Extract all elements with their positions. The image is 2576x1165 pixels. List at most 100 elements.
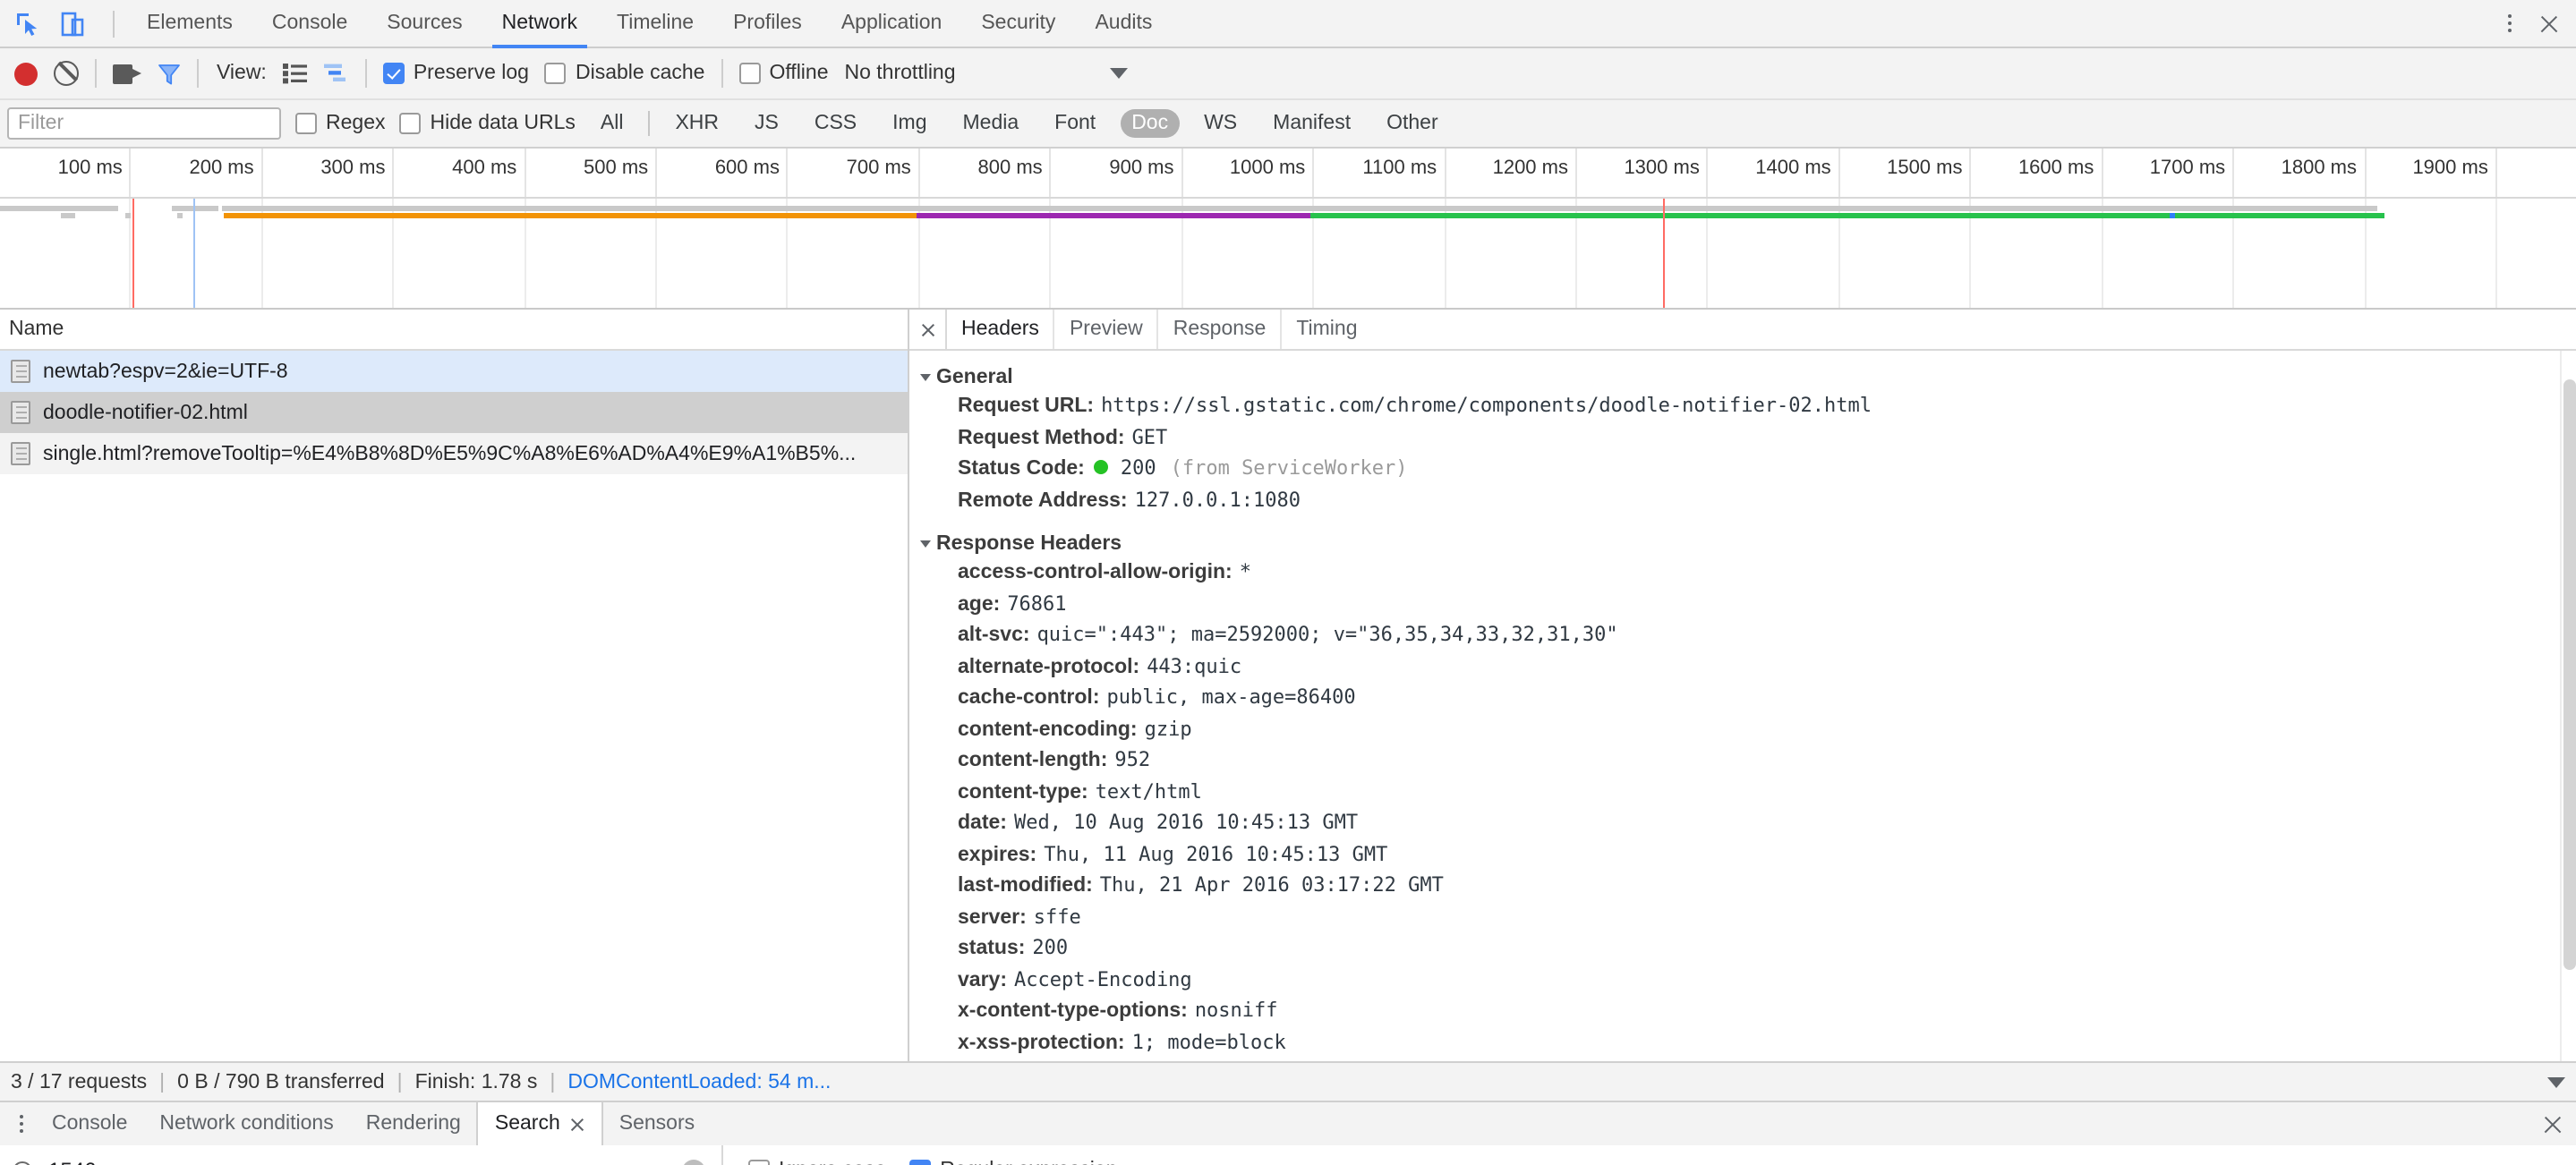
filter-type-media[interactable]: Media — [952, 109, 1030, 138]
close-icon[interactable] — [2537, 11, 2562, 36]
preserve-log-checkbox[interactable]: Preserve log — [382, 63, 529, 84]
hide-data-urls-checkbox[interactable]: Hide data URLs — [399, 113, 576, 134]
inspect-cursor-icon[interactable] — [14, 10, 41, 37]
overview-load-marker — [1663, 199, 1665, 308]
more-vertical-icon[interactable] — [7, 1102, 36, 1145]
filter-type-js[interactable]: JS — [744, 109, 789, 138]
tab-headers[interactable]: Headers — [945, 310, 1053, 349]
close-search-tab-icon[interactable] — [569, 1116, 585, 1132]
tab-elements[interactable]: Elements — [127, 0, 252, 47]
header-value[interactable]: https://ssl.gstatic.com/chrome/component… — [1101, 394, 1872, 417]
tab-network[interactable]: Network — [482, 0, 597, 48]
funnel-icon[interactable] — [158, 62, 181, 85]
drawer-tab-network-conditions[interactable]: Network conditions — [143, 1102, 349, 1145]
filter-type-img[interactable]: Img — [882, 109, 937, 138]
tab-console[interactable]: Console — [252, 0, 367, 47]
regex-checkbox[interactable]: Regex — [295, 113, 386, 134]
tab-timing[interactable]: Timing — [1280, 310, 1371, 349]
overview-band-purple — [917, 213, 1310, 218]
timeline-tick: 800 ms — [920, 149, 1052, 197]
close-drawer-icon[interactable] — [2529, 1102, 2576, 1145]
header-key: Request URL: — [958, 395, 1095, 417]
filter-type-font[interactable]: Font — [1044, 109, 1106, 138]
hide-data-urls-label: Hide data URLs — [430, 113, 576, 134]
timeline-tick: 1000 ms — [1183, 149, 1315, 197]
chevron-down-icon[interactable] — [2547, 1076, 2565, 1087]
header-row: content-encoding: gzip — [909, 717, 2576, 748]
tab-timeline[interactable]: Timeline — [597, 0, 713, 47]
offline-checkbox[interactable]: Offline — [738, 63, 829, 84]
search-field[interactable] — [0, 1145, 723, 1165]
clear-input-icon[interactable] — [682, 1159, 705, 1165]
drawer-tab-sensors[interactable]: Sensors — [603, 1102, 711, 1145]
status-domcontentloaded[interactable]: DOMContentLoaded: 54 m... — [567, 1071, 831, 1093]
requests-column-header[interactable]: Name — [0, 310, 908, 351]
header-row: cache-control: public, max-age=86400 — [909, 685, 2576, 717]
drawer-tab-rendering-label: Rendering — [365, 1113, 461, 1135]
filter-type-all[interactable]: All — [590, 109, 635, 138]
chevron-down-icon[interactable] — [1109, 68, 1128, 79]
disable-cache-checkbox[interactable]: Disable cache — [544, 63, 704, 84]
tab-application[interactable]: Application — [822, 0, 962, 47]
filter-type-manifest[interactable]: Manifest — [1262, 109, 1361, 138]
device-toolbar-icon[interactable] — [59, 10, 86, 37]
regular-expression-checkbox[interactable]: Regular expression — [909, 1160, 1117, 1165]
header-value: 127.0.0.1:1080 — [1134, 488, 1301, 511]
request-name: single.html?removeTooltip=%E4%B8%8D%E5%9… — [43, 443, 857, 464]
ignore-case-checkbox-box[interactable] — [748, 1160, 770, 1165]
tab-timing-label: Timing — [1296, 319, 1358, 340]
preserve-log-checkbox-box[interactable] — [382, 63, 405, 84]
table-row[interactable]: newtab?espv=2&ie=UTF-8 — [0, 351, 908, 392]
filter-type-css[interactable]: CSS — [804, 109, 867, 138]
details-scrollbar-thumb[interactable] — [2563, 379, 2576, 970]
search-icon — [13, 1161, 32, 1165]
filter-type-other[interactable]: Other — [1376, 109, 1449, 138]
drawer-tab-search[interactable]: Search — [476, 1102, 603, 1145]
list-view-icon[interactable] — [282, 63, 308, 84]
timeline-tick: 2000 — [2497, 149, 2576, 197]
regex-checkbox-box[interactable] — [295, 113, 317, 134]
tab-preview[interactable]: Preview — [1053, 310, 1157, 349]
more-vertical-icon[interactable] — [2497, 9, 2522, 38]
regular-expression-checkbox-box[interactable] — [909, 1160, 932, 1165]
filter-input[interactable] — [7, 107, 281, 140]
tab-response[interactable]: Response — [1156, 310, 1281, 349]
timeline-tick: 500 ms — [525, 149, 658, 197]
offline-checkbox-box[interactable] — [738, 63, 761, 84]
clear-button[interactable] — [54, 61, 79, 86]
camera-icon[interactable] — [113, 64, 141, 83]
drawer-tab-console[interactable]: Console — [36, 1102, 143, 1145]
disable-cache-checkbox-box[interactable] — [544, 63, 567, 84]
filter-type-doc[interactable]: Doc — [1121, 109, 1180, 138]
section-response-headers-header[interactable]: Response Headers — [909, 528, 2576, 560]
overview-gray-band — [222, 206, 2377, 211]
timeline-tick-label: 700 ms — [846, 157, 911, 179]
throttling-select[interactable]: No throttling — [845, 63, 1128, 84]
section-general-header[interactable]: General — [909, 361, 2576, 394]
tab-response-label: Response — [1173, 319, 1267, 340]
offline-label: Offline — [769, 63, 829, 84]
hide-data-urls-checkbox-box[interactable] — [399, 113, 422, 134]
timeline-ruler[interactable]: 100 ms 200 ms 300 ms 400 ms 500 ms 600 ms 700 … — [0, 149, 2576, 199]
timeline-tick: 1100 ms — [1314, 149, 1446, 197]
ignore-case-checkbox[interactable]: Ignore case — [748, 1160, 886, 1165]
waterfall-view-icon[interactable] — [323, 63, 349, 84]
search-input[interactable] — [45, 1156, 670, 1165]
filter-type-xhr[interactable]: XHR — [664, 109, 729, 138]
network-overview[interactable] — [0, 199, 2576, 310]
request-name: newtab?espv=2&ie=UTF-8 — [43, 361, 288, 382]
record-button[interactable] — [14, 62, 38, 85]
close-details-icon[interactable] — [909, 310, 945, 349]
header-row: content-length: 952 — [909, 748, 2576, 779]
tab-sources[interactable]: Sources — [367, 0, 482, 47]
details-scrollbar[interactable] — [2560, 351, 2576, 1061]
timeline-tick: 1200 ms — [1446, 149, 1577, 197]
tab-audits[interactable]: Audits — [1075, 0, 1172, 47]
tab-security[interactable]: Security — [961, 0, 1075, 47]
filter-type-ws[interactable]: WS — [1193, 109, 1248, 138]
timeline-tick: 100 ms — [0, 149, 132, 197]
drawer-tab-rendering[interactable]: Rendering — [350, 1102, 477, 1145]
table-row[interactable]: single.html?removeTooltip=%E4%B8%8D%E5%9… — [0, 433, 908, 474]
table-row[interactable]: doodle-notifier-02.html — [0, 392, 908, 433]
tab-profiles[interactable]: Profiles — [713, 0, 822, 47]
